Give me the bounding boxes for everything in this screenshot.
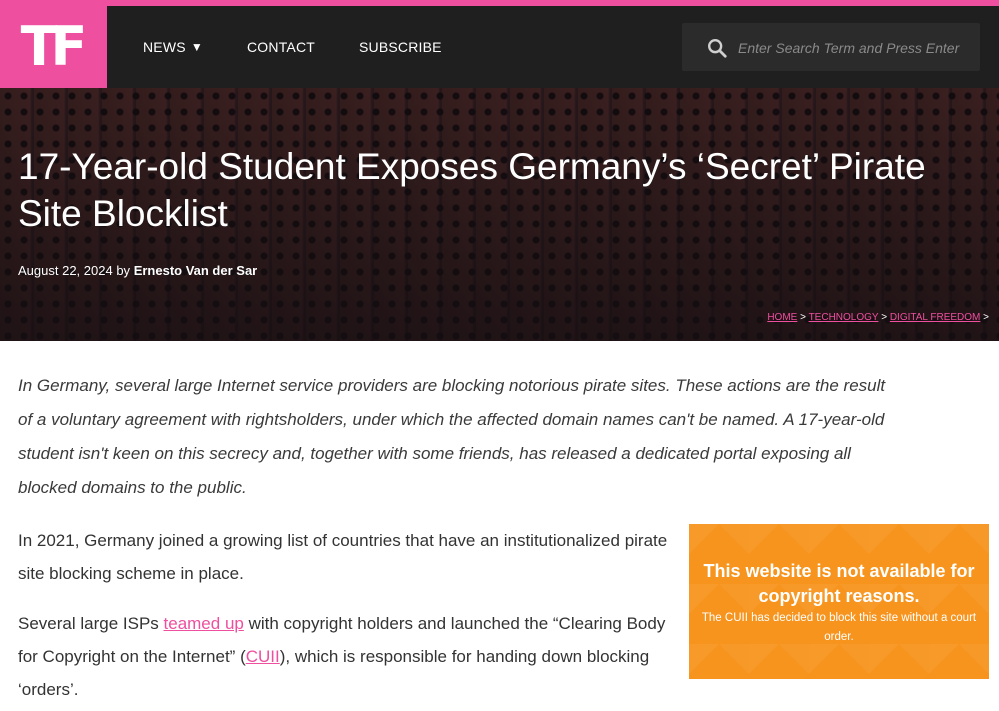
site-logo[interactable]: TF xyxy=(0,6,107,88)
paragraph-text: Several large ISPs xyxy=(18,614,164,633)
site-header: TF NEWS ▼ CONTACT SUBSCRIBE xyxy=(0,6,999,88)
article-paragraph: In 2021, Germany joined a growing list o… xyxy=(18,531,668,583)
nav-contact-label: CONTACT xyxy=(247,39,316,55)
breadcrumb-digital-freedom[interactable]: DIGITAL FREEDOM xyxy=(890,312,981,323)
article-author[interactable]: Ernesto Van der Sar xyxy=(134,263,258,278)
cuii-link[interactable]: CUII xyxy=(246,647,280,666)
breadcrumb-technology[interactable]: TECHNOLOGY xyxy=(809,312,879,323)
nav-news[interactable]: NEWS ▼ xyxy=(143,6,203,88)
article-paragraph: Several large ISPs teamed up with copyri… xyxy=(18,607,673,706)
article-title: 17-Year-old Student Exposes Germany’s ‘S… xyxy=(18,146,926,234)
breadcrumb-separator: > xyxy=(881,312,888,323)
blocked-image-subtext: The CUII has decided to block this site … xyxy=(701,612,977,643)
blocked-site-image: This website is not available for copyri… xyxy=(689,524,989,679)
byline-by: by xyxy=(116,263,131,278)
breadcrumb-separator: > xyxy=(983,312,989,323)
search-input[interactable] xyxy=(736,33,976,63)
teamed-up-link[interactable]: teamed up xyxy=(164,614,244,633)
search-box xyxy=(682,23,980,71)
article-body: In Germany, several large Internet servi… xyxy=(0,341,999,711)
nav-news-label: NEWS xyxy=(143,39,186,55)
nav-contact[interactable]: CONTACT xyxy=(247,6,315,88)
article-byline: August 22, 2024 by Ernesto Van der Sar xyxy=(18,263,257,278)
article-date: August 22, 2024 xyxy=(18,263,113,278)
nav-subscribe[interactable]: SUBSCRIBE xyxy=(359,6,442,88)
caret-down-icon: ▼ xyxy=(190,40,203,54)
breadcrumb-home[interactable]: HOME xyxy=(767,312,797,323)
logo-text: TF xyxy=(20,15,88,78)
search-icon[interactable] xyxy=(706,37,728,59)
breadcrumb: HOME > TECHNOLOGY > DIGITAL FREEDOM > xyxy=(767,312,989,323)
article-intro: In Germany, several large Internet servi… xyxy=(18,376,886,497)
nav-subscribe-label: SUBSCRIBE xyxy=(359,39,442,55)
breadcrumb-separator: > xyxy=(800,312,806,323)
article-hero: 17-Year-old Student Exposes Germany’s ‘S… xyxy=(0,88,999,341)
blocked-image-headline: This website is not available for copyri… xyxy=(703,561,975,606)
